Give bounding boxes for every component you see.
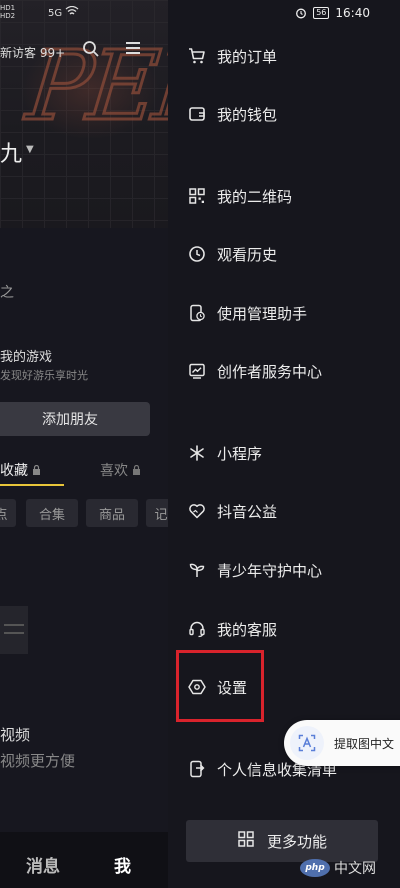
- grid-icon: [237, 830, 255, 852]
- text-scan-icon: [290, 726, 324, 760]
- tab-favorites[interactable]: 收藏: [0, 460, 41, 480]
- menu-item-youth-protection[interactable]: 青少年守护中心: [188, 553, 322, 587]
- hd2-label: HD2: [0, 12, 16, 20]
- menu-item-watch-history[interactable]: 观看历史: [188, 237, 277, 271]
- add-friend-button[interactable]: 添加朋友: [0, 402, 150, 436]
- network-label: 5G: [48, 8, 63, 19]
- menu-item-label: 观看历史: [217, 245, 278, 264]
- phone-clock-icon: [188, 304, 206, 322]
- new-visitor-count[interactable]: 新访客 99+: [0, 44, 65, 61]
- chevron-down-icon[interactable]: ▼: [26, 144, 34, 155]
- menu-item-label: 使用管理助手: [217, 304, 308, 323]
- hamburger-menu-icon[interactable]: [126, 42, 140, 57]
- profile-page: PEN HD1 HD2 5G 新访客 99+ 九 ▼ 之 我的游戏 发现好游乐享…: [0, 0, 168, 888]
- signal-icons: 5G: [48, 5, 79, 19]
- wallet-icon: [188, 105, 206, 123]
- more-features-label: 更多功能: [266, 832, 327, 851]
- settings-highlight-box: [176, 650, 264, 722]
- video-title: 视频: [0, 726, 31, 744]
- search-icon[interactable]: [82, 40, 100, 62]
- profile-banner: PEN: [0, 0, 168, 228]
- alarm-icon: [296, 8, 307, 19]
- extract-text-floating-button[interactable]: 提取图中文: [284, 720, 400, 766]
- asterisk-icon: [188, 444, 206, 462]
- wifi-icon: [65, 5, 79, 19]
- profile-text: 之: [0, 285, 14, 301]
- placeholder-thumbnail: [0, 606, 28, 654]
- menu-item-label: 我的订单: [217, 47, 278, 66]
- chart-icon: [188, 362, 206, 380]
- nav-messages[interactable]: 消息: [26, 852, 60, 877]
- menu-item-label: 我的客服: [217, 620, 278, 639]
- qrcode-icon: [188, 187, 206, 205]
- phone-arrow-icon: [188, 760, 206, 778]
- clock-icon: [188, 245, 206, 263]
- menu-item-label: 青少年守护中心: [217, 561, 323, 580]
- status-bar-left: HD1 HD2 5G: [0, 4, 79, 20]
- menu-item-label: 小程序: [217, 444, 263, 463]
- hd1-label: HD1: [0, 4, 16, 12]
- lock-icon: [133, 464, 141, 475]
- menu-item-mini-programs[interactable]: 小程序: [188, 436, 262, 470]
- filter-chip[interactable]: 点: [0, 499, 16, 527]
- my-games-title[interactable]: 我的游戏: [0, 346, 52, 365]
- tab-favorites-label: 收藏: [0, 463, 28, 479]
- menu-item-my-orders[interactable]: 我的订单: [188, 39, 277, 73]
- status-bar-right: 56 16:40: [295, 6, 370, 20]
- watermark: php 中文网: [300, 858, 376, 878]
- menu-item-label: 我的钱包: [217, 105, 278, 124]
- menu-item-label: 抖音公益: [217, 502, 278, 521]
- video-subtitle: 视频更方便: [0, 752, 76, 770]
- menu-item-creator-center[interactable]: 创作者服务中心: [188, 354, 322, 388]
- cart-icon: [188, 47, 206, 65]
- sprout-icon: [188, 561, 206, 579]
- menu-item-my-wallet[interactable]: 我的钱包: [188, 97, 277, 131]
- menu-item-usage-manager[interactable]: 使用管理助手: [188, 296, 307, 330]
- nav-me[interactable]: 我: [114, 852, 131, 877]
- headset-icon: [188, 620, 206, 638]
- battery-indicator: 56: [313, 7, 330, 19]
- menu-item-customer-service[interactable]: 我的客服: [188, 612, 277, 646]
- watermark-text: 中文网: [334, 861, 376, 877]
- tab-likes[interactable]: 喜欢: [100, 460, 141, 480]
- heart-icon: [188, 502, 206, 520]
- menu-item-label: 创作者服务中心: [217, 362, 323, 381]
- my-games-subtitle: 发现好游乐享时光: [0, 369, 88, 382]
- filter-chip-more[interactable]: 记: [146, 499, 168, 527]
- menu-item-douyin-charity[interactable]: 抖音公益: [188, 494, 277, 528]
- menu-item-label: 我的二维码: [217, 187, 293, 206]
- clock-time: 16:40: [335, 6, 370, 20]
- filter-chip-collection[interactable]: 合集: [26, 499, 78, 527]
- php-logo: php: [300, 859, 330, 877]
- tab-underline: [0, 484, 64, 486]
- tab-likes-label: 喜欢: [100, 463, 128, 479]
- lock-icon: [33, 464, 41, 475]
- profile-name: 九: [0, 142, 23, 167]
- extract-text-label: 提取图中文: [334, 736, 395, 751]
- filter-chip-products[interactable]: 商品: [86, 499, 138, 527]
- more-features-button[interactable]: 更多功能: [186, 820, 378, 862]
- menu-item-my-qrcode[interactable]: 我的二维码: [188, 179, 292, 213]
